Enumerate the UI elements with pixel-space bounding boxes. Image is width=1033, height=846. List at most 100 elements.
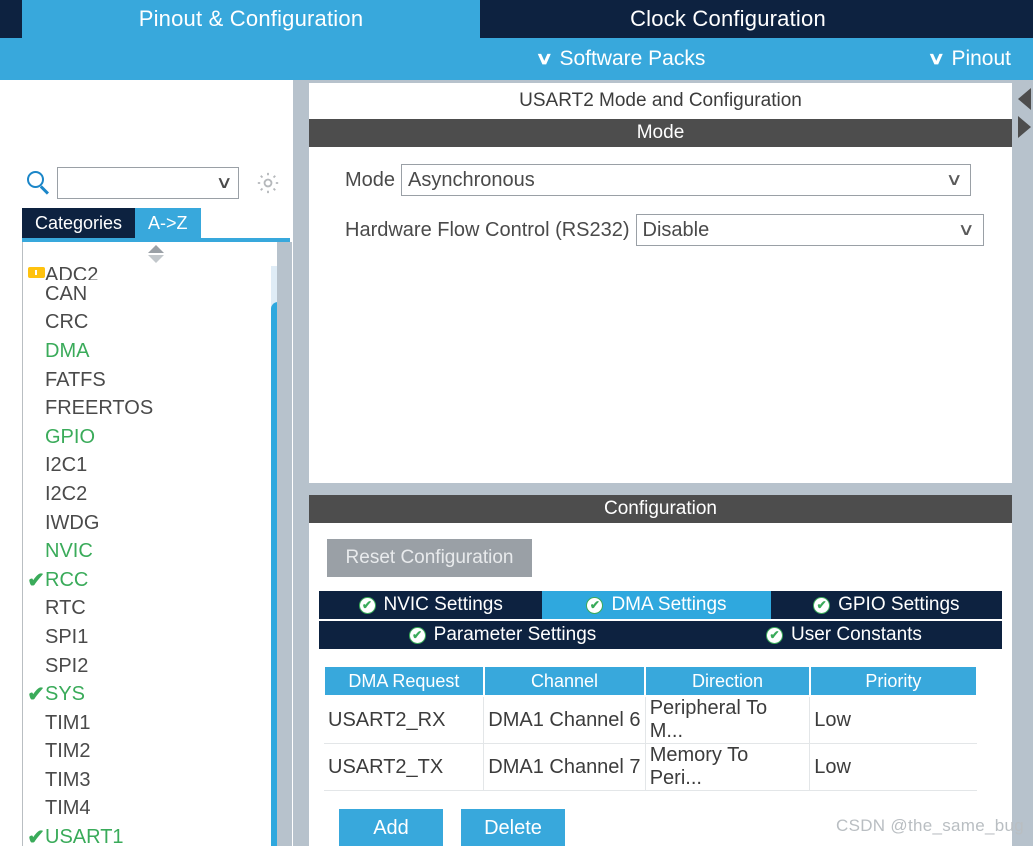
sidebar-item-spi1[interactable]: SPI1 — [23, 623, 289, 652]
chevron-down-icon: ∨ — [215, 173, 233, 192]
sidebar-item-rcc[interactable]: ✔ RCC — [23, 566, 289, 595]
flow-control-value: Disable — [642, 218, 710, 241]
sidebar-item-spi2[interactable]: SPI2 — [23, 652, 289, 681]
delete-button[interactable]: Delete — [461, 809, 565, 846]
sidebar-item-label: DMA — [45, 339, 90, 362]
sidebar-item-tim2[interactable]: TIM2 — [23, 738, 289, 767]
configuration-tabs-row-1: ✔ NVIC Settings ✔ DMA Settings ✔ GPIO Se… — [319, 591, 1002, 619]
reset-configuration-button[interactable]: Reset Configuration — [327, 539, 532, 577]
sidebar-item-nvic[interactable]: NVIC — [23, 537, 289, 566]
collapse-right-arrow-icon[interactable] — [1018, 116, 1031, 138]
tab-dma-settings[interactable]: ✔ DMA Settings — [542, 591, 771, 619]
sub-menu-bar: ∨ Software Packs ∨ Pinout — [0, 38, 1033, 80]
sidebar-item-rtc[interactable]: RTC — [23, 595, 289, 624]
flow-control-select[interactable]: Disable ∨ — [635, 214, 984, 246]
green-check-icon: ✔ — [408, 626, 426, 644]
sidebar-item-dma[interactable]: DMA — [23, 337, 289, 366]
sidebar-item-tim3[interactable]: TIM3 — [23, 766, 289, 795]
peripheral-list-items: ADC2 CAN CRC DMA FATFS FREERTOS GPIO I2C… — [23, 264, 289, 846]
flow-control-label: Hardware Flow Control (RS232) — [345, 218, 630, 241]
sidebar-item-label: USART1 — [45, 826, 124, 846]
table-row[interactable]: USART2_RX DMA1 Channel 6 Peripheral To M… — [324, 696, 977, 744]
sidebar-item-label: I2C2 — [45, 482, 88, 505]
chevron-down-icon: ∨ — [945, 170, 963, 189]
cell-channel: DMA1 Channel 6 — [483, 696, 646, 744]
sidebar-item-fatfs[interactable]: FATFS — [23, 366, 289, 395]
sidebar-item-i2c1[interactable]: I2C1 — [23, 452, 289, 481]
tab-clock-configuration[interactable]: Clock Configuration — [484, 0, 972, 38]
table-row[interactable]: USART2_TX DMA1 Channel 7 Memory To Peri.… — [324, 743, 977, 791]
tab-user-constants[interactable]: ✔ User Constants — [685, 621, 1002, 649]
search-input[interactable]: ∨ — [57, 167, 239, 199]
search-row: ∨ — [8, 164, 290, 202]
add-button[interactable]: Add — [339, 809, 443, 846]
tab-nvic-settings[interactable]: ✔ NVIC Settings — [319, 591, 543, 619]
tab-dma-settings-label: DMA Settings — [611, 594, 727, 615]
menu-pinout[interactable]: ∨ Pinout — [927, 38, 1011, 80]
column-header-channel[interactable]: Channel — [482, 665, 647, 697]
sidebar-item-label: SPI1 — [45, 625, 89, 648]
sidebar-item-usart1[interactable]: ✔ USART1 — [23, 823, 289, 846]
check-icon: ✔ — [27, 683, 45, 707]
column-header-direction[interactable]: Direction — [644, 665, 811, 697]
main-tabs: Pinout & Configuration Clock Configurati… — [0, 0, 1033, 38]
sidebar-item-freertos[interactable]: FREERTOS — [23, 394, 289, 423]
sidebar-item-iwdg[interactable]: IWDG — [23, 509, 289, 538]
chevron-down-icon: ∨ — [927, 48, 946, 68]
tab-user-constants-label: User Constants — [790, 624, 922, 645]
green-check-icon: ✔ — [765, 626, 783, 644]
mode-select[interactable]: Asynchronous ∨ — [401, 164, 972, 196]
sidebar-item-label: TIM4 — [45, 797, 91, 820]
tab-clock-label: Clock Configuration — [630, 6, 826, 31]
chevron-down-icon: ∨ — [535, 48, 554, 68]
sidebar-item-sys[interactable]: ✔ SYS — [23, 680, 289, 709]
sidebar-item-tim1[interactable]: TIM1 — [23, 709, 289, 738]
toggle-categories[interactable]: Categories — [22, 208, 136, 238]
flow-control-field-row: Hardware Flow Control (RS232) Disable ∨ — [309, 213, 1012, 247]
watermark: CSDN @the_same_bug — [836, 816, 1025, 835]
sidebar-item-gpio[interactable]: GPIO — [23, 423, 289, 452]
green-check-icon: ✔ — [813, 596, 831, 614]
dma-request-table: DMA Request Channel Direction Priority U… — [323, 665, 979, 791]
cell-dma-request: USART2_TX — [324, 743, 485, 791]
mode-field-row: Mode Asynchronous ∨ — [309, 163, 1012, 197]
collapse-left-arrow-icon[interactable] — [1018, 88, 1031, 110]
sidebar-item-adc2[interactable]: ADC2 — [23, 264, 289, 280]
column-header-dma-request[interactable]: DMA Request — [323, 665, 485, 697]
cell-priority: Low — [809, 696, 977, 744]
tab-gpio-settings-label: GPIO Settings — [838, 594, 960, 615]
cell-direction: Memory To Peri... — [645, 743, 811, 791]
menu-software-packs[interactable]: ∨ Software Packs — [535, 38, 705, 80]
toggle-a-to-z[interactable]: A->Z — [135, 208, 201, 238]
tab-pinout-configuration[interactable]: Pinout & Configuration — [22, 0, 480, 38]
mode-field-label: Mode — [345, 168, 396, 191]
sidebar-item-label: I2C1 — [45, 454, 88, 477]
gear-icon[interactable] — [255, 170, 281, 196]
sidebar-view-toggle: Categories A->Z — [22, 208, 201, 238]
toggle-categories-label: Categories — [35, 212, 123, 233]
sidebar-item-label: TIM1 — [45, 711, 91, 734]
column-header-priority[interactable]: Priority — [808, 665, 979, 697]
panel-divider[interactable] — [293, 484, 1033, 492]
mode-section-header: Mode — [309, 119, 1012, 147]
sidebar-item-crc[interactable]: CRC — [23, 309, 289, 338]
tab-parameter-settings[interactable]: ✔ Parameter Settings — [319, 621, 686, 649]
tab-overflow[interactable] — [976, 0, 1033, 38]
panel-collapse-arrows — [1017, 82, 1033, 202]
sidebar-item-tim4[interactable]: TIM4 — [23, 795, 289, 824]
list-spinner-icon[interactable] — [147, 244, 165, 266]
toggle-a-to-z-label: A->Z — [148, 212, 188, 233]
check-icon: ✔ — [27, 826, 45, 846]
sidebar-outer-gutter — [277, 242, 292, 846]
sidebar-item-label: NVIC — [45, 540, 93, 563]
sidebar-item-label: RCC — [45, 568, 89, 591]
sidebar-item-label: SPI2 — [45, 654, 89, 677]
sidebar-item-can[interactable]: CAN — [23, 280, 289, 309]
cell-priority: Low — [809, 743, 977, 791]
configuration-tabs: ✔ NVIC Settings ✔ DMA Settings ✔ GPIO Se… — [309, 591, 1012, 649]
tab-gpio-settings[interactable]: ✔ GPIO Settings — [770, 591, 1002, 619]
cell-dma-request: USART2_RX — [324, 696, 485, 744]
configuration-tabs-row-2: ✔ Parameter Settings ✔ User Constants — [319, 621, 1002, 649]
sidebar-item-label: SYS — [45, 683, 86, 706]
sidebar-item-i2c2[interactable]: I2C2 — [23, 480, 289, 509]
